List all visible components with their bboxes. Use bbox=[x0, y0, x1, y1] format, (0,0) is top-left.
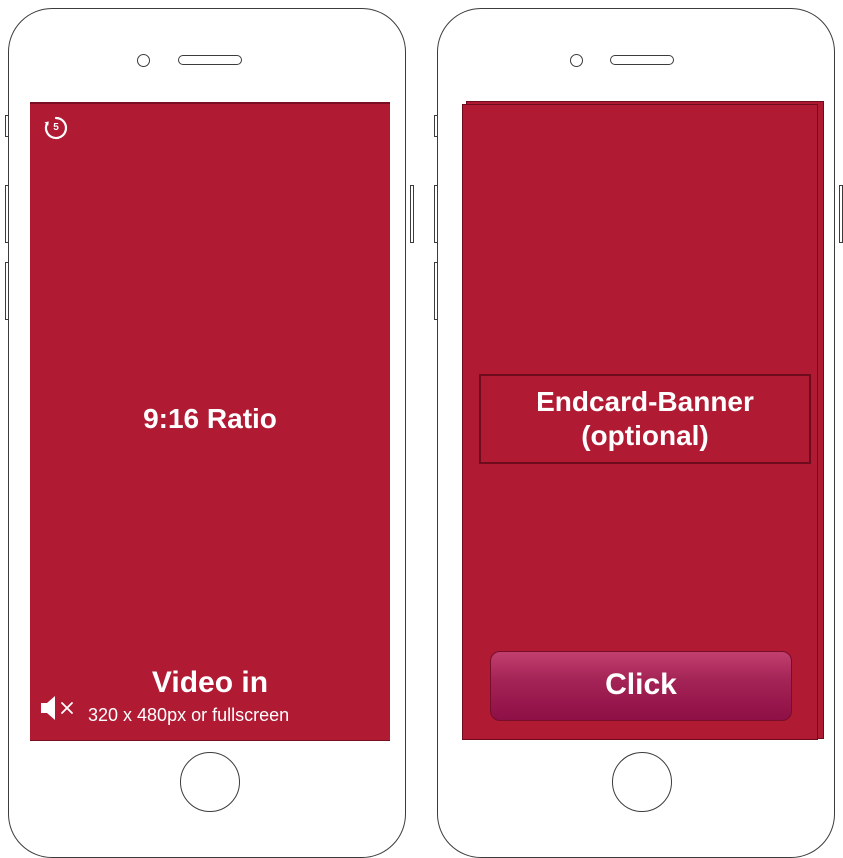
video-title: Video in bbox=[151, 666, 269, 699]
right-phone-power-button bbox=[839, 185, 843, 243]
right-phone-home-button[interactable] bbox=[612, 752, 672, 812]
left-phone-home-button[interactable] bbox=[180, 752, 240, 812]
left-phone-speaker bbox=[178, 55, 242, 65]
right-phone-volume-down bbox=[434, 262, 438, 320]
left-phone-volume-up bbox=[5, 185, 9, 243]
banner-title: Endcard-Banner bbox=[536, 386, 754, 417]
left-phone-camera bbox=[137, 54, 150, 67]
left-phone-power-button bbox=[410, 185, 414, 243]
banner-optional-note: (optional) bbox=[581, 420, 709, 451]
endcard-banner[interactable]: Endcard-Banner (optional) bbox=[479, 374, 811, 464]
right-phone-volume-up bbox=[434, 185, 438, 243]
click-button[interactable]: Click bbox=[490, 651, 792, 721]
right-phone-camera bbox=[570, 54, 583, 67]
left-phone-volume-down bbox=[5, 262, 9, 320]
mute-icon[interactable] bbox=[39, 694, 79, 722]
countdown-value: 5 bbox=[53, 122, 59, 133]
video-subtitle: 320 x 480px or fullscreen bbox=[88, 705, 290, 725]
right-phone-speaker bbox=[610, 55, 674, 65]
right-phone-side-button bbox=[434, 115, 438, 137]
ratio-label: 9:16 Ratio bbox=[143, 403, 277, 434]
left-phone-side-button bbox=[5, 115, 9, 137]
